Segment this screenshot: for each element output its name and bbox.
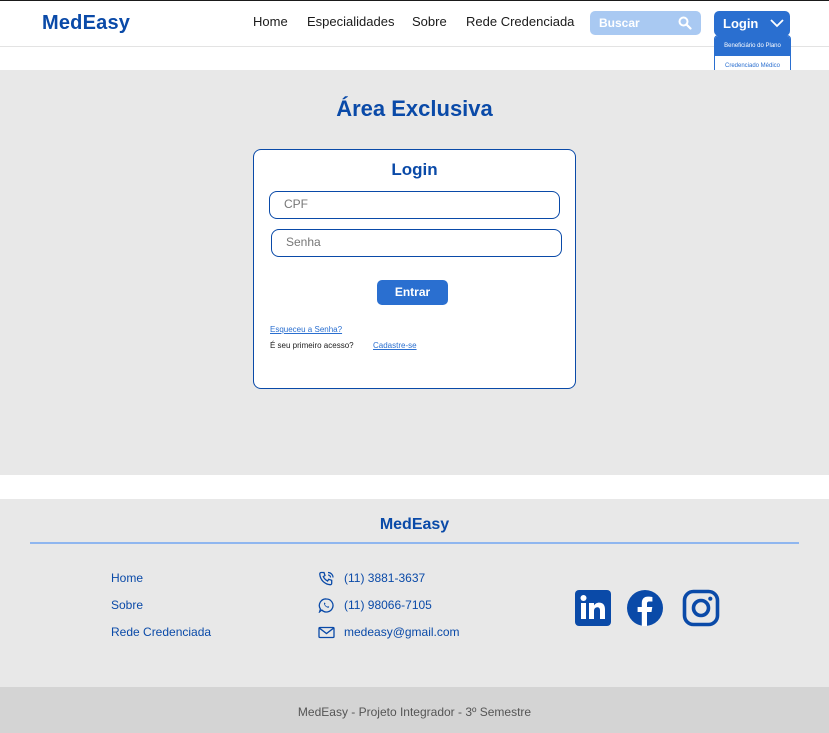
footer-logo: MedEasy bbox=[379, 516, 450, 533]
signup-link[interactable]: Cadastre-se bbox=[373, 341, 417, 350]
forgot-password-link[interactable]: Esqueceu a Senha? bbox=[270, 325, 342, 334]
footer-divider bbox=[30, 542, 799, 544]
nav-home[interactable]: Home bbox=[253, 14, 288, 29]
footer-email: medeasy@gmail.com bbox=[344, 625, 460, 639]
chevron-down-icon bbox=[770, 19, 784, 28]
site-logo[interactable]: MedEasy bbox=[42, 12, 130, 35]
whatsapp-icon bbox=[318, 598, 334, 613]
login-card-title: Login bbox=[391, 160, 438, 179]
copyright-text: MedEasy - Projeto Integrador - 3º Semest… bbox=[297, 705, 532, 719]
instagram-icon[interactable] bbox=[682, 589, 720, 627]
submit-button[interactable]: Entrar bbox=[377, 280, 448, 305]
first-access-text: É seu primeiro acesso? bbox=[270, 341, 354, 350]
nav-rede-credenciada[interactable]: Rede Credenciada bbox=[466, 14, 574, 29]
linkedin-icon[interactable] bbox=[574, 589, 612, 627]
footer-link-sobre[interactable]: Sobre bbox=[111, 598, 143, 612]
search-input[interactable]: Buscar bbox=[590, 11, 701, 35]
footer-whatsapp: (11) 98066-7105 bbox=[344, 598, 432, 612]
site-footer: MedEasy Home Sobre Rede Credenciada (11)… bbox=[0, 499, 829, 687]
nav-especialidades[interactable]: Especialidades bbox=[307, 14, 394, 29]
dropdown-item-beneficiario[interactable]: Beneficiário do Plano bbox=[715, 36, 790, 56]
page-title: Área Exclusiva bbox=[336, 96, 493, 121]
login-menu-label: Login bbox=[723, 16, 759, 31]
password-input[interactable]: Senha bbox=[271, 229, 562, 257]
footer-link-home[interactable]: Home bbox=[111, 571, 143, 585]
facebook-icon[interactable] bbox=[626, 589, 664, 627]
footer-phone: (11) 3881-3637 bbox=[344, 571, 426, 585]
search-placeholder: Buscar bbox=[599, 16, 640, 30]
email-icon bbox=[318, 626, 335, 639]
nav-sobre[interactable]: Sobre bbox=[412, 14, 447, 29]
copyright-bar: MedEasy - Projeto Integrador - 3º Semest… bbox=[0, 687, 829, 733]
search-icon[interactable] bbox=[678, 16, 692, 30]
footer-link-rede-credenciada[interactable]: Rede Credenciada bbox=[111, 625, 211, 639]
phone-icon bbox=[319, 571, 334, 586]
site-header: MedEasy Home Especialidades Sobre Rede C… bbox=[0, 1, 829, 47]
main-section: Área Exclusiva Login CPF Senha Entrar Es… bbox=[0, 70, 829, 475]
login-card: Login CPF Senha Entrar Esqueceu a Senha?… bbox=[253, 149, 576, 389]
cpf-input[interactable]: CPF bbox=[269, 191, 560, 219]
login-menu-button[interactable]: Login bbox=[714, 11, 790, 36]
